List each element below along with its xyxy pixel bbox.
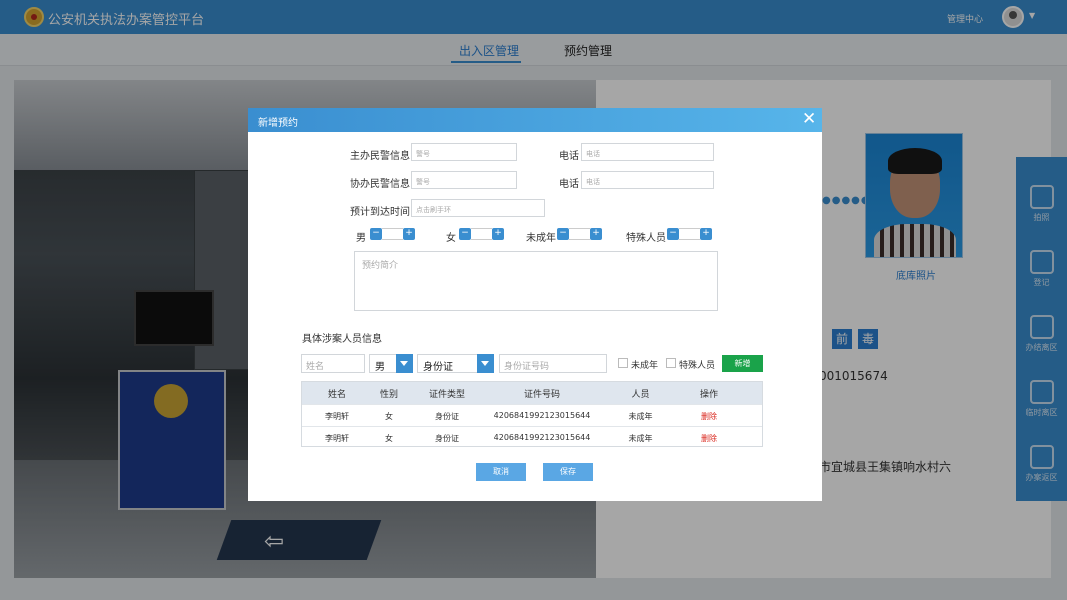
id-type-select[interactable]: 身份证	[417, 354, 494, 373]
dialog-header: 新增预约 ✕	[248, 108, 822, 132]
header-name: 姓名	[327, 390, 346, 400]
persons-table: 姓名 性别 证件类型 证件号码 人员 操作 李明轩 女 身份证 42068419…	[301, 381, 763, 447]
counter-value[interactable]	[471, 228, 492, 240]
cancel-button[interactable]: 取消	[476, 463, 526, 481]
gender-select[interactable]: 男	[369, 354, 413, 373]
chevron-down-icon[interactable]	[477, 354, 494, 373]
minus-icon[interactable]: −	[667, 228, 679, 240]
minor-checkbox-label: 未成年	[631, 361, 659, 371]
minus-icon[interactable]: −	[370, 228, 382, 240]
dialog-title: 新增预约	[258, 118, 298, 129]
minus-icon[interactable]: −	[557, 228, 569, 240]
special-counter-label: 特殊人员	[626, 233, 666, 244]
main-officer-input[interactable]: 警号	[411, 143, 517, 161]
arrival-time-input[interactable]: 点击刷手环	[411, 199, 545, 217]
section-title: 具体涉案人员信息	[302, 334, 382, 345]
phone2-label: 电话	[559, 179, 579, 190]
special-counter: − +	[667, 228, 712, 241]
header-id-type: 证件类型	[428, 390, 465, 400]
delete-link[interactable]: 删除	[678, 411, 740, 422]
header-category: 人员	[631, 390, 650, 400]
arrival-time-label: 预计到达时间	[350, 207, 410, 218]
appointment-summary-textarea[interactable]: 预约简介	[354, 251, 718, 311]
male-counter-label: 男	[356, 233, 366, 244]
female-counter: − +	[459, 228, 504, 241]
counter-value[interactable]	[679, 228, 700, 240]
phone-input[interactable]: 电话	[581, 143, 714, 161]
cell-name: 李明轩	[325, 434, 349, 443]
assist-officer-input[interactable]: 警号	[411, 171, 517, 189]
person-name-input[interactable]: 姓名	[301, 354, 365, 373]
id-type-select-value: 身份证	[423, 362, 453, 373]
plus-icon[interactable]: +	[403, 228, 415, 240]
delete-link[interactable]: 删除	[678, 433, 740, 444]
female-counter-label: 女	[446, 233, 456, 244]
minor-counter-label: 未成年	[526, 233, 556, 244]
plus-icon[interactable]: +	[700, 228, 712, 240]
main-officer-label: 主办民警信息	[350, 151, 410, 162]
male-counter: − +	[370, 228, 415, 241]
phone2-input[interactable]: 电话	[581, 171, 714, 189]
table-row: 李明轩 女 身份证 4206841992123015644 未成年 删除	[302, 426, 762, 448]
minor-counter: − +	[557, 228, 602, 241]
counter-value[interactable]	[569, 228, 590, 240]
cell-gender: 女	[385, 412, 393, 421]
plus-icon[interactable]: +	[590, 228, 602, 240]
assist-officer-label: 协办民警信息	[350, 179, 410, 190]
cell-id-type: 身份证	[435, 412, 459, 421]
phone-label: 电话	[559, 151, 579, 162]
id-number-input[interactable]: 身份证号码	[499, 354, 607, 373]
header-gender: 性别	[379, 390, 398, 400]
header-id-number: 证件号码	[523, 390, 560, 400]
chevron-down-icon[interactable]	[396, 354, 413, 373]
minus-icon[interactable]: −	[459, 228, 471, 240]
header-action: 操作	[699, 390, 718, 400]
special-checkbox-label: 特殊人员	[679, 361, 716, 371]
minor-checkbox[interactable]	[618, 358, 628, 368]
cell-category: 未成年	[628, 412, 653, 421]
cell-name: 李明轩	[325, 412, 349, 421]
new-appointment-dialog: 新增预约 ✕ 主办民警信息 警号 电话 电话 协办民警信息 警号 电话 电话 预…	[248, 108, 822, 501]
save-button[interactable]: 保存	[543, 463, 593, 481]
table-header-row: 姓名 性别 证件类型 证件号码 人员 操作	[302, 382, 762, 404]
cell-gender: 女	[385, 434, 393, 443]
cell-id-type: 身份证	[435, 434, 459, 443]
counter-value[interactable]	[382, 228, 403, 240]
close-icon[interactable]: ✕	[802, 109, 816, 129]
gender-select-value: 男	[375, 362, 385, 373]
cell-id-number: 4206841992123015644	[493, 411, 591, 420]
add-person-button[interactable]: 新增	[722, 355, 763, 372]
plus-icon[interactable]: +	[492, 228, 504, 240]
cell-id-number: 4206841992123015644	[493, 433, 591, 442]
cell-category: 未成年	[628, 434, 653, 443]
table-row: 李明轩 女 身份证 4206841992123015644 未成年 删除	[302, 404, 762, 426]
special-checkbox[interactable]	[666, 358, 676, 368]
